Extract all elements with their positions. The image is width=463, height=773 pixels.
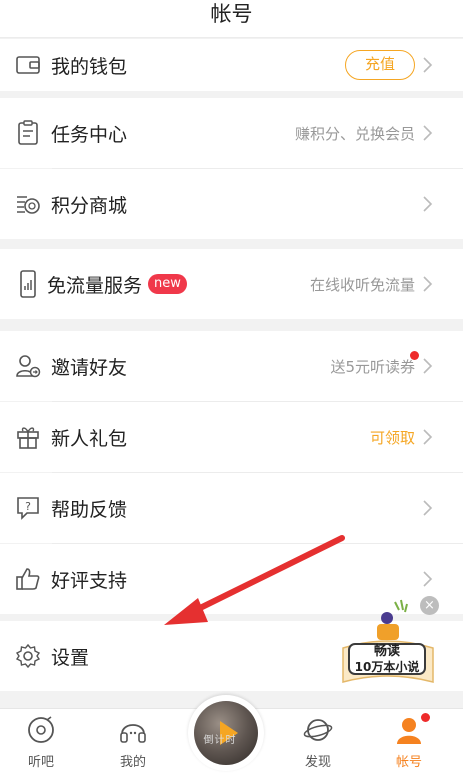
settings-label: 设置: [51, 646, 90, 669]
invite-row[interactable]: 邀请好友 送5元听读券: [0, 331, 463, 401]
chevron-right-icon: [423, 427, 439, 447]
headphones-icon: [118, 715, 148, 745]
tab-label: 帐号: [395, 755, 422, 770]
feedback-label: 帮助反馈: [51, 498, 128, 521]
tab-label: 发现: [304, 755, 331, 770]
promo-close-button[interactable]: ×: [420, 596, 439, 615]
svg-text:?: ?: [25, 500, 31, 513]
help-bubble-icon: ?: [15, 495, 41, 521]
tab-label: 听吧: [27, 755, 54, 770]
wallet-label: 我的钱包: [51, 55, 128, 78]
free-data-label: 免流量服务: [47, 274, 143, 297]
person-icon: [394, 715, 424, 745]
chevron-right-icon: [423, 274, 439, 294]
chevron-right-icon: [423, 356, 439, 376]
promo-line1: 畅读: [373, 644, 400, 659]
player-cover-text: 倒计时: [203, 735, 237, 746]
gear-icon: [15, 643, 41, 669]
notification-dot: [421, 713, 430, 722]
gift-icon: [15, 424, 41, 450]
page-header: 帐号: [0, 0, 463, 38]
newbie-gift-row[interactable]: 新人礼包 可领取: [0, 402, 463, 472]
chevron-right-icon: [423, 194, 439, 214]
tab-account[interactable]: 帐号: [379, 709, 439, 773]
rating-label: 好评支持: [51, 569, 128, 592]
notification-dot: [410, 351, 419, 360]
new-badge: new: [148, 274, 187, 294]
recharge-button[interactable]: 充值: [345, 50, 415, 80]
chevron-right-icon: [423, 123, 439, 143]
chevron-right-icon: [423, 498, 439, 518]
free-data-hint: 在线收听免流量: [309, 275, 415, 294]
now-playing-button[interactable]: 倒计时: [188, 695, 264, 771]
vinyl-icon: [26, 715, 56, 745]
chevron-right-icon: [423, 569, 439, 589]
coins-icon: [15, 191, 41, 217]
invite-user-icon: [15, 353, 41, 379]
points-mall-label: 积分商城: [51, 194, 128, 217]
newbie-gift-label: 新人礼包: [51, 427, 128, 450]
gift-claim-hint: 可领取: [369, 428, 415, 447]
wallet-row[interactable]: 我的钱包 充值: [0, 39, 463, 91]
invite-hint: 送5元听读券: [330, 357, 415, 376]
promo-line2: 10万本小说: [354, 660, 420, 674]
page-title: 帐号: [210, 2, 253, 26]
tab-label: 我的: [119, 755, 146, 770]
planet-icon: [303, 715, 333, 745]
wallet-icon: [15, 52, 41, 78]
free-data-row[interactable]: 免流量服务 new 在线收听免流量: [0, 249, 463, 319]
points-mall-row[interactable]: 积分商城: [0, 169, 463, 239]
tab-tingba[interactable]: 听吧: [11, 709, 71, 773]
feedback-row[interactable]: ? 帮助反馈: [0, 473, 463, 543]
task-center-label: 任务中心: [51, 123, 128, 146]
task-center-row[interactable]: 任务中心 赚积分、兑换会员: [0, 98, 463, 168]
invite-label: 邀请好友: [51, 356, 128, 379]
thumbs-up-icon: [15, 566, 41, 592]
clipboard-icon: [15, 120, 41, 146]
phone-icon: [15, 270, 41, 298]
task-center-hint: 赚积分、兑换会员: [294, 124, 415, 143]
tab-discover[interactable]: 发现: [288, 709, 348, 773]
chevron-right-icon: [423, 55, 439, 75]
tab-mine[interactable]: 我的: [103, 709, 163, 773]
